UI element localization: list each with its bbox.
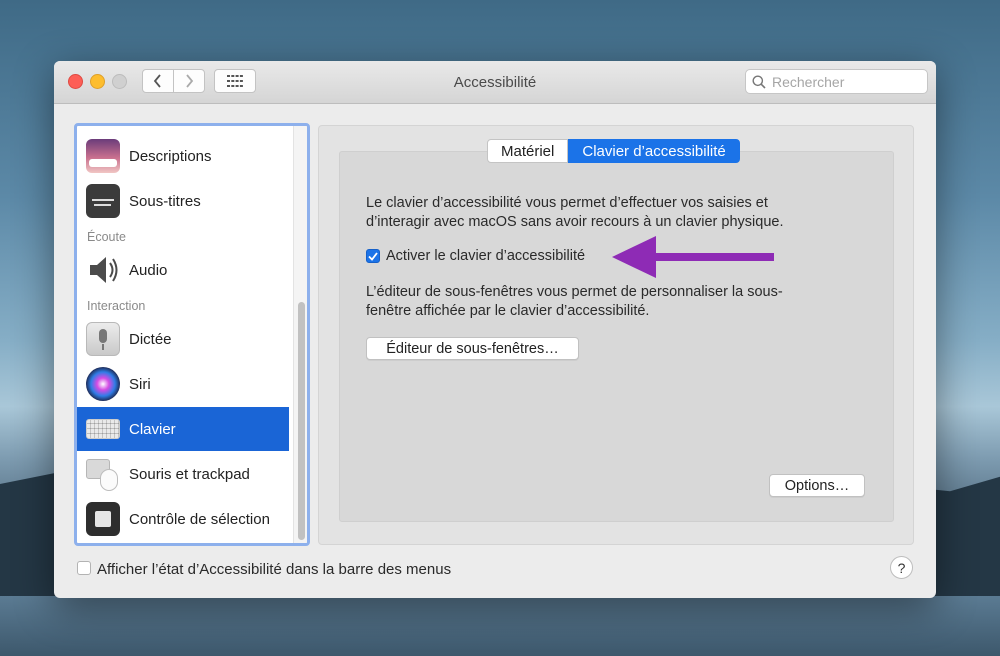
sidebar-item-label: Contrôle de sélection <box>129 510 270 528</box>
titlebar: Accessibilité Rechercher <box>54 61 936 104</box>
sidebar-item-keyboard[interactable]: Clavier <box>77 407 289 451</box>
sidebar-item-label: Souris et trackpad <box>129 465 250 483</box>
intro-line-2: d’interagir avec macOS sans avoir recour… <box>366 214 784 230</box>
sidebar-item-label: Dictée <box>129 330 172 348</box>
help-button[interactable]: ? <box>890 556 913 579</box>
sidebar-list[interactable]: Descriptions Sous-titres Écoute Audio In… <box>74 123 310 546</box>
background-water <box>0 596 1000 656</box>
tab-accessibility-keyboard[interactable]: Clavier d’accessibilité <box>568 139 740 163</box>
sidebar-item-label: Descriptions <box>129 147 212 165</box>
purple-arrow-annotation <box>612 236 774 278</box>
section-header-interaction: Interaction <box>87 299 146 313</box>
enable-accessibility-keyboard-checkbox[interactable] <box>366 249 380 263</box>
search-field[interactable]: Rechercher <box>745 69 928 94</box>
sidebar-item-label: Siri <box>129 375 151 393</box>
subtitles-icon <box>86 184 120 218</box>
sidebar-item-descriptions[interactable]: Descriptions <box>77 134 289 178</box>
options-button[interactable]: Options… <box>769 474 865 497</box>
tab-hardware[interactable]: Matériel <box>487 139 569 163</box>
editor-desc-line-2: fenêtre affichée par le clavier d’access… <box>366 303 650 319</box>
tab-content: Le clavier d’accessibilité vous permet d… <box>339 151 894 522</box>
panel-editor-button[interactable]: Éditeur de sous-fenêtres… <box>366 337 579 360</box>
section-header-ecoute: Écoute <box>87 230 126 244</box>
search-icon <box>752 75 766 89</box>
microphone-icon <box>86 322 120 356</box>
siri-icon <box>86 367 120 401</box>
search-placeholder: Rechercher <box>772 73 845 90</box>
sidebar-item-dictation[interactable]: Dictée <box>77 317 289 361</box>
sidebar-item-label: Audio <box>129 261 168 279</box>
sidebar-item-siri[interactable]: Siri <box>77 362 289 406</box>
show-in-menubar-label[interactable]: Afficher l’état d’Accessibilité dans la … <box>97 560 451 579</box>
sidebar-scrollbar[interactable] <box>293 126 307 543</box>
intro-line-1: Le clavier d’accessibilité vous permet d… <box>366 195 768 211</box>
sidebar-item-switch-control[interactable]: Contrôle de sélection <box>77 497 289 541</box>
keyboard-icon <box>86 419 120 439</box>
sidebar-item-label: Clavier <box>129 420 176 438</box>
sidebar-item-subtitles[interactable]: Sous-titres <box>77 179 289 223</box>
descriptions-icon <box>86 139 120 173</box>
switch-control-icon <box>86 502 120 536</box>
audio-speaker-icon <box>90 257 118 283</box>
sidebar-scrollbar-thumb[interactable] <box>298 302 305 540</box>
sidebar-item-label: Sous-titres <box>129 192 201 210</box>
enable-accessibility-keyboard-label[interactable]: Activer le clavier d’accessibilité <box>386 247 585 266</box>
tab-bar: Matériel Clavier d’accessibilité <box>487 139 740 163</box>
sidebar-item-audio[interactable]: Audio <box>77 248 289 292</box>
checkmark-icon <box>368 251 378 261</box>
settings-pane: Le clavier d’accessibilité vous permet d… <box>318 125 914 545</box>
show-in-menubar-checkbox[interactable] <box>77 561 91 575</box>
preferences-window: Accessibilité Rechercher Descriptions So… <box>54 61 936 598</box>
mouse-trackpad-icon <box>86 457 120 491</box>
editor-desc-line-1: L’éditeur de sous-fenêtres vous permet d… <box>366 284 783 300</box>
sidebar-item-mouse-trackpad[interactable]: Souris et trackpad <box>77 452 289 496</box>
